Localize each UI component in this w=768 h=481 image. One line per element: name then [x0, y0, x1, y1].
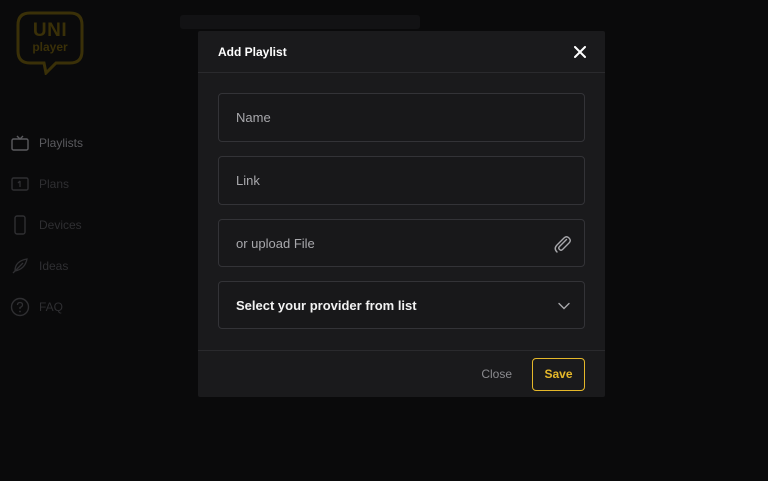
sidebar-item-label: Devices [39, 218, 82, 232]
close-icon[interactable] [572, 44, 588, 60]
chevron-down-icon [558, 298, 570, 313]
save-button[interactable]: Save [532, 357, 585, 391]
close-button[interactable]: Close [481, 367, 512, 381]
uni-player-logo: UNI player [16, 11, 84, 75]
link-input[interactable] [219, 157, 584, 204]
modal-body: Select your provider from list [198, 73, 605, 329]
sidebar-item-label: Playlists [39, 136, 84, 150]
sidebar-item-label: Plans [39, 177, 70, 191]
provider-select-value: Select your provider from list [236, 297, 417, 313]
name-input[interactable] [219, 94, 584, 141]
sidebar-item-label: Ideas [39, 259, 69, 273]
tv-icon [10, 133, 30, 153]
feather-icon [10, 256, 30, 276]
phone-icon [10, 215, 30, 235]
logo-text-player: player [32, 40, 68, 54]
sidebar-item-playlists[interactable]: Playlists [10, 132, 170, 154]
provider-select[interactable]: Select your provider from list [218, 281, 585, 329]
plans-icon [10, 174, 30, 194]
modal-footer: Close Save [198, 350, 605, 397]
add-playlist-modal: Add Playlist Select your provider from l… [198, 31, 605, 397]
sidebar-item-faq[interactable]: FAQ [10, 296, 170, 318]
sidebar: Playlists Plans Devices Ideas FAQ [10, 132, 170, 337]
sidebar-item-plans[interactable]: Plans [10, 173, 170, 195]
paperclip-icon[interactable] [552, 233, 572, 258]
name-field-wrapper [218, 93, 585, 142]
link-field-wrapper [218, 156, 585, 205]
logo-text-uni: UNI [32, 20, 68, 41]
background-header-placeholder [180, 15, 420, 29]
modal-title: Add Playlist [218, 44, 287, 59]
sidebar-item-label: FAQ [39, 300, 64, 314]
modal-header: Add Playlist [198, 31, 605, 73]
sidebar-item-ideas[interactable]: Ideas [10, 255, 170, 277]
upload-file-input[interactable] [219, 220, 584, 266]
upload-field-wrapper [218, 219, 585, 267]
sidebar-item-devices[interactable]: Devices [10, 214, 170, 236]
question-icon [10, 297, 30, 317]
